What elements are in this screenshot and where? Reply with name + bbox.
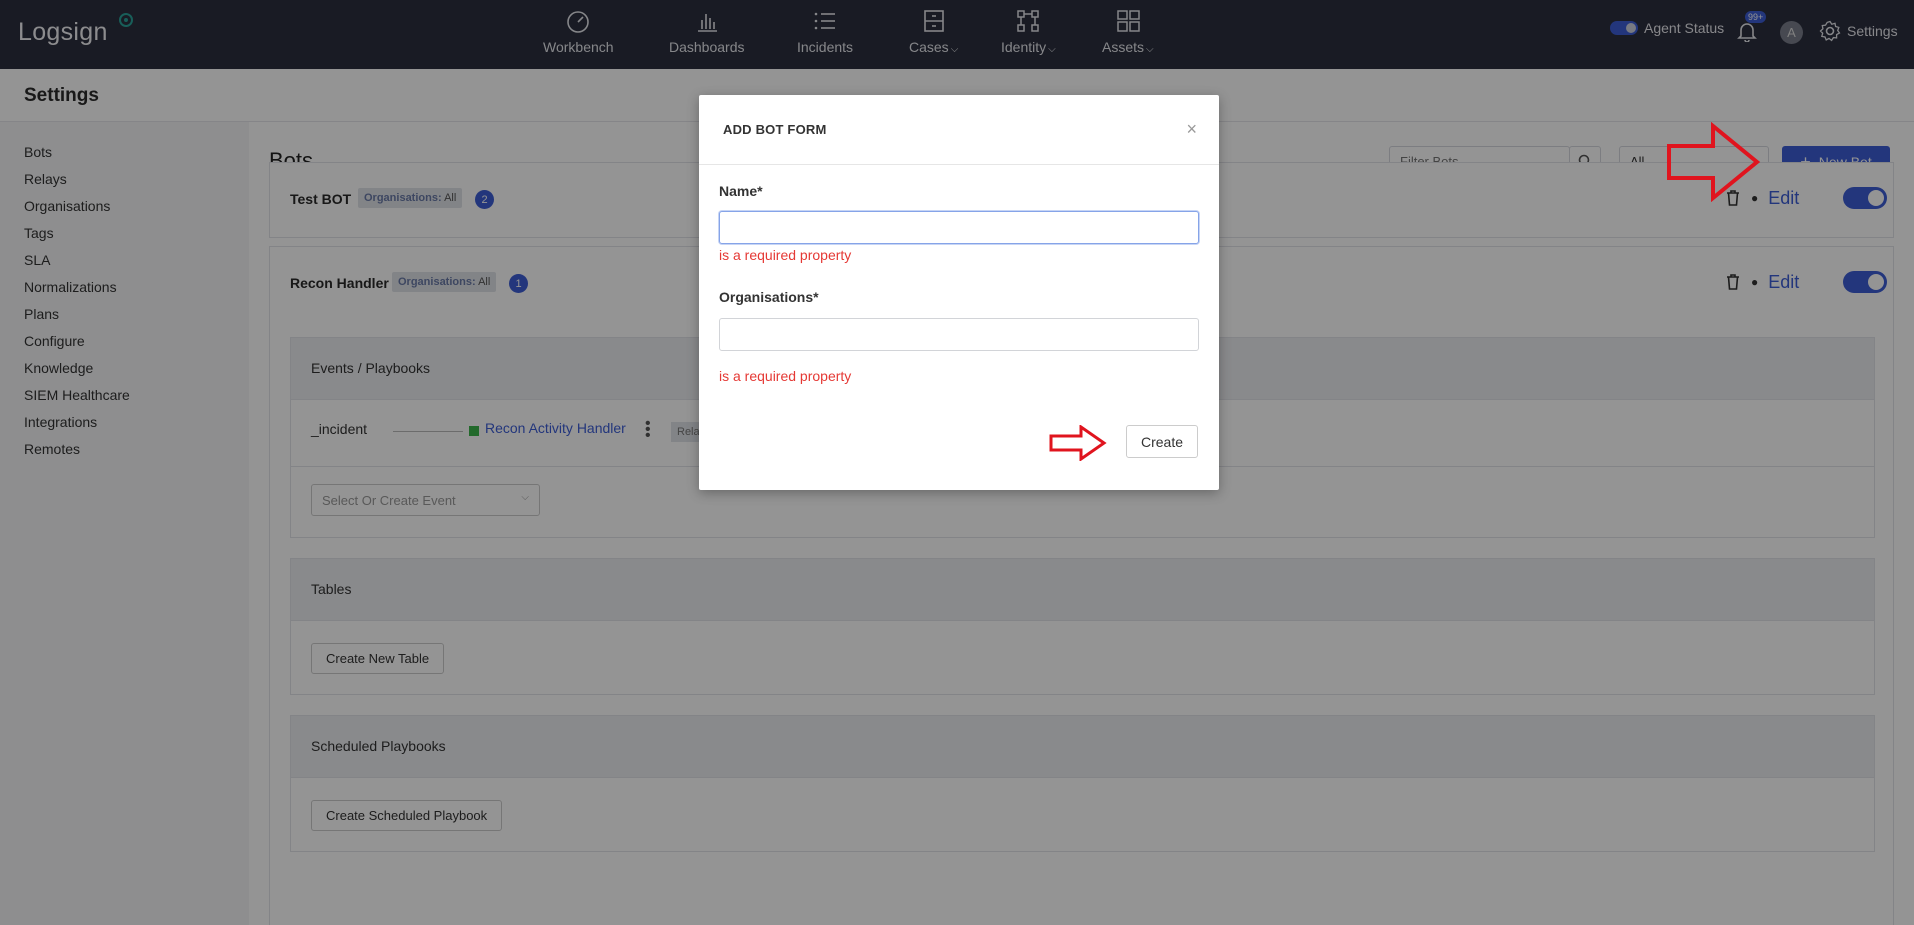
close-icon[interactable]: × (1186, 119, 1197, 140)
name-error: is a required property (719, 247, 852, 263)
modal-title: ADD BOT FORM (723, 122, 827, 137)
name-label: Name* (719, 183, 763, 199)
annotation-arrow-icon (1667, 122, 1761, 202)
add-bot-modal: ADD BOT FORM × Name* is a required prope… (699, 95, 1219, 490)
organisations-input[interactable] (719, 318, 1199, 351)
create-button[interactable]: Create (1126, 425, 1198, 458)
organisations-label: Organisations* (719, 289, 819, 305)
annotation-arrow-icon (1049, 425, 1107, 461)
organisations-error: is a required property (719, 368, 852, 384)
modal-header: ADD BOT FORM × (699, 95, 1219, 165)
name-input[interactable] (719, 211, 1199, 244)
